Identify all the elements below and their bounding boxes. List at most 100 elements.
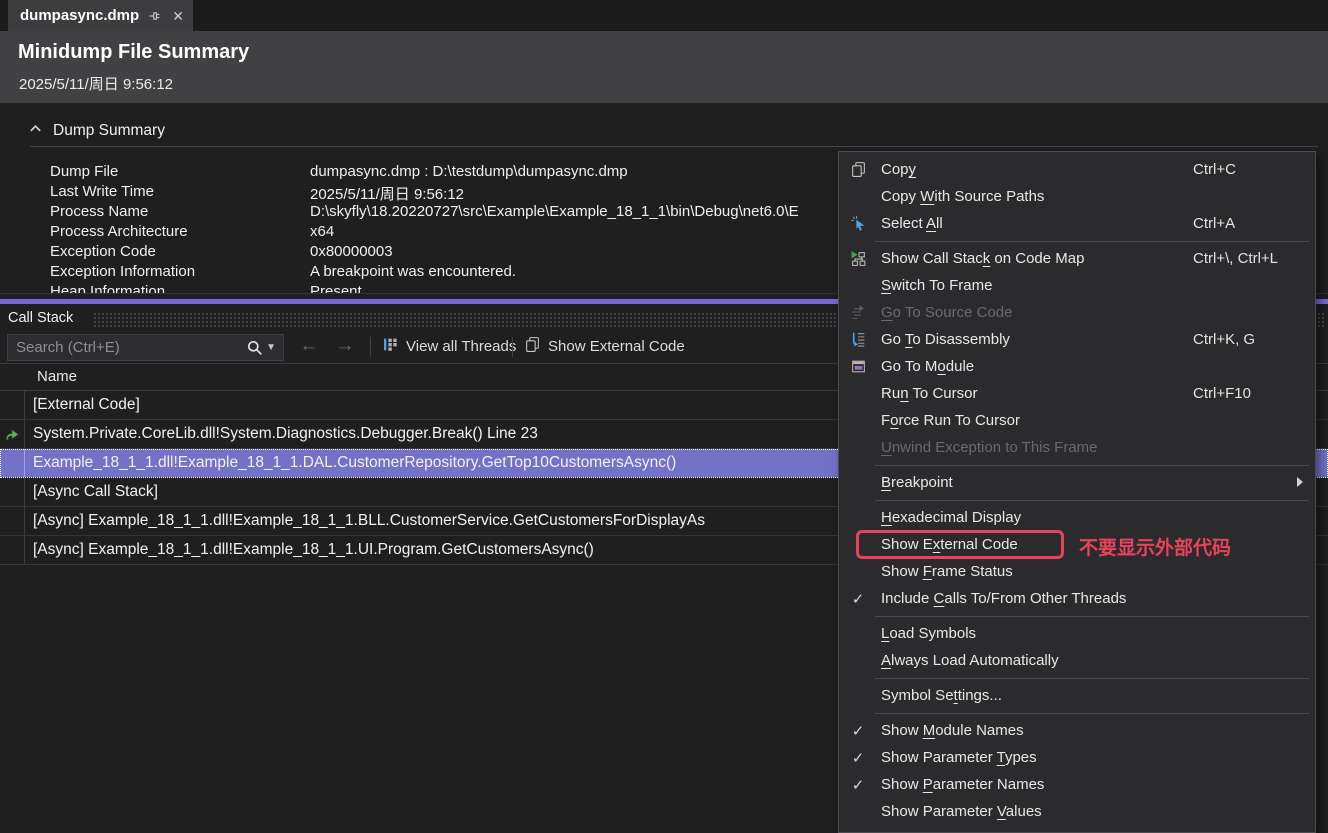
menu-separator: [875, 616, 1309, 617]
menu-item-label: Show Frame Status: [881, 563, 1013, 580]
search-box[interactable]: ▼: [7, 334, 284, 361]
menu-item-shortcut: Ctrl+F10: [1193, 385, 1251, 402]
menu-item-label: Hexadecimal Display: [881, 509, 1021, 526]
menu-item-label: Show Parameter Types: [881, 749, 1037, 766]
check-icon: ✓: [845, 744, 871, 771]
disassembly-icon: [845, 326, 871, 353]
menu-item-label: Go To Source Code: [881, 304, 1012, 321]
check-icon: ✓: [845, 585, 871, 612]
menu-gutter: [845, 647, 871, 674]
field-value: dumpasync.dmp : D:\testdump\dumpasync.dm…: [310, 163, 628, 180]
red-annotation-text: 不要显示外部代码: [1079, 533, 1231, 560]
pin-icon[interactable]: [148, 8, 162, 24]
menu-item-show-frame-status[interactable]: Show Frame Status: [839, 558, 1315, 585]
menu-item-show-parameter-values[interactable]: Show Parameter Values: [839, 798, 1315, 825]
field-label: Exception Information: [50, 263, 195, 280]
submenu-arrow-icon: [1297, 477, 1303, 487]
menu-item-select-all[interactable]: Select AllCtrl+A: [839, 210, 1315, 237]
field-value: 2025/5/11/周日 9:56:12: [310, 183, 464, 204]
menu-item-label: Show Call Stack on Code Map: [881, 250, 1084, 267]
navigate-forward-button[interactable]: →: [332, 333, 358, 359]
menu-item-show-parameter-types[interactable]: ✓ Show Parameter Types: [839, 744, 1315, 771]
select-all-icon: [845, 210, 871, 237]
menu-separator: [875, 465, 1309, 466]
current-frame-arrow-icon: [0, 420, 25, 448]
menu-item-label: Unwind Exception to This Frame: [881, 439, 1098, 456]
module-icon: [845, 353, 871, 380]
menu-gutter: [845, 272, 871, 299]
menu-item-include-calls-to-from-other-threads[interactable]: ✓Include Calls To/From Other Threads: [839, 585, 1315, 612]
page-title: Minidump File Summary: [18, 41, 249, 64]
dump-summary-toggle[interactable]: Dump Summary: [28, 121, 165, 141]
field-value: D:\skyfly\18.20220727\src\Example\Exampl…: [310, 203, 799, 220]
menu-item-label: Copy: [881, 161, 916, 178]
check-icon: ✓: [845, 771, 871, 798]
frame-text: [Async] Example_18_1_1.dll!Example_18_1_…: [25, 541, 594, 559]
section-title: Dump Summary: [53, 122, 165, 140]
menu-item-label: Breakpoint: [881, 474, 953, 491]
menu-item-run-to-cursor[interactable]: Run To Cursor Ctrl+F10: [839, 380, 1315, 407]
menu-item-breakpoint[interactable]: Breakpoint: [839, 469, 1315, 496]
search-dropdown-caret[interactable]: ▼: [266, 342, 276, 353]
menu-gutter: [845, 469, 871, 496]
menu-separator: [875, 500, 1309, 501]
menu-item-label: Go To Module: [881, 358, 974, 375]
menu-item-unwind-exception-to-this-frame: Unwind Exception to This Frame: [839, 434, 1315, 461]
menu-gutter: [845, 620, 871, 647]
menu-item-shortcut: Ctrl+C: [1193, 161, 1236, 178]
field-value: A breakpoint was encountered.: [310, 263, 516, 280]
menu-item-label: Show External Code: [881, 536, 1018, 553]
menu-item-copy[interactable]: Copy Ctrl+C: [839, 156, 1315, 183]
menu-item-force-run-to-cursor[interactable]: Force Run To Cursor: [839, 407, 1315, 434]
menu-item-label: Symbol Settings...: [881, 687, 1002, 704]
menu-item-show-external-code[interactable]: Show External Code 不要显示外部代码: [839, 531, 1315, 558]
menu-item-shortcut: Ctrl+\, Ctrl+L: [1193, 250, 1278, 267]
menu-item-copy-with-source-paths[interactable]: Copy With Source Paths: [839, 183, 1315, 210]
view-all-threads-label: View all Threads: [406, 338, 516, 355]
external-code-icon: [524, 336, 541, 357]
menu-item-show-call-stack-on-code-map[interactable]: Show Call Stack on Code Map Ctrl+\, Ctrl+…: [839, 245, 1315, 272]
tab-dumpasync-dmp[interactable]: dumpasync.dmp ✕: [8, 0, 193, 31]
menu-item-load-symbols[interactable]: Load Symbols: [839, 620, 1315, 647]
name-column-header: Name: [37, 368, 77, 385]
frame-gutter: [0, 449, 25, 477]
menu-item-show-parameter-names[interactable]: ✓ Show Parameter Names: [839, 771, 1315, 798]
menu-gutter: [845, 504, 871, 531]
menu-item-go-to-source-code: Go To Source Code: [839, 299, 1315, 326]
menu-item-go-to-module[interactable]: Go To Module: [839, 353, 1315, 380]
menu-item-label: Show Parameter Names: [881, 776, 1044, 793]
menu-item-label: Always Load Automatically: [881, 652, 1059, 669]
show-external-code-label: Show External Code: [548, 338, 685, 355]
menu-gutter: [845, 434, 871, 461]
field-label: Process Name: [50, 203, 148, 220]
view-all-threads-button[interactable]: View all Threads: [376, 333, 522, 360]
menu-item-label: Copy With Source Paths: [881, 188, 1044, 205]
close-icon[interactable]: ✕: [171, 8, 185, 24]
check-icon: ✓: [845, 717, 871, 744]
search-input[interactable]: [8, 339, 246, 356]
menu-item-hexadecimal-display[interactable]: Hexadecimal Display: [839, 504, 1315, 531]
menu-item-show-module-names[interactable]: ✓ Show Module Names: [839, 717, 1315, 744]
show-external-code-button[interactable]: Show External Code: [518, 333, 691, 360]
menu-item-go-to-disassembly[interactable]: Go To DisassemblyCtrl+K, G: [839, 326, 1315, 353]
frame-gutter: [0, 391, 25, 419]
navigate-back-button[interactable]: ←: [296, 333, 322, 359]
field-label: Last Write Time: [50, 183, 154, 200]
vs-debugger-window: dumpasync.dmp ✕ Minidump File Summary 20…: [0, 0, 1328, 833]
menu-item-symbol-settings[interactable]: Symbol Settings...: [839, 682, 1315, 709]
frame-gutter: [0, 536, 25, 564]
call-stack-title: Call Stack: [8, 310, 73, 326]
menu-item-label: Load Symbols: [881, 625, 976, 642]
menu-item-label: Run To Cursor: [881, 385, 977, 402]
search-icon[interactable]: [246, 339, 264, 357]
menu-item-label: Show Module Names: [881, 722, 1024, 739]
dump-timestamp: 2025/5/11/周日 9:56:12: [19, 73, 173, 94]
threads-icon: [382, 336, 399, 357]
menu-gutter: [845, 183, 871, 210]
menu-item-switch-to-frame[interactable]: Switch To Frame: [839, 272, 1315, 299]
menu-item-label: Force Run To Cursor: [881, 412, 1020, 429]
menu-gutter: [845, 558, 871, 585]
copy-icon: [845, 156, 871, 183]
menu-item-always-load-automatically[interactable]: Always Load Automatically: [839, 647, 1315, 674]
menu-item-label: Switch To Frame: [881, 277, 992, 294]
